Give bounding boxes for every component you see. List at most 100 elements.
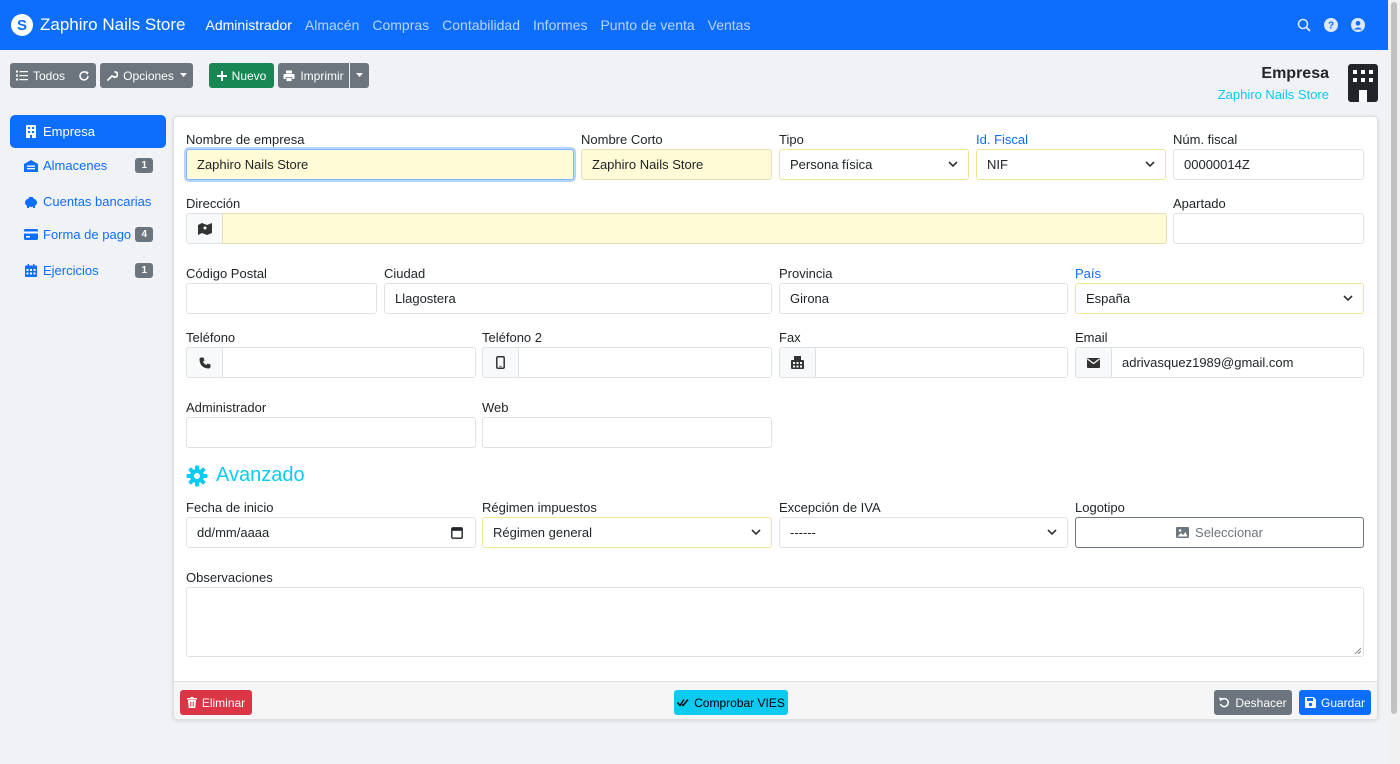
menu-informes[interactable]: Informes: [533, 17, 587, 33]
observaciones-textarea[interactable]: [186, 587, 1364, 657]
todos-label: Todos: [32, 68, 66, 83]
search-icon[interactable]: [1296, 17, 1312, 33]
email-label: Email: [1075, 330, 1108, 345]
nuevo-button[interactable]: Nuevo: [209, 63, 274, 88]
printer-icon: [283, 70, 295, 82]
nombre-corto-field[interactable]: Zaphiro Nails Store: [581, 149, 772, 180]
logotipo-label: Logotipo: [1075, 500, 1125, 515]
fecha-placeholder: dd/mm/aaaa: [197, 525, 270, 540]
imprimir-label: Imprimir: [300, 68, 344, 83]
menu-administrador[interactable]: Administrador: [206, 17, 292, 33]
tipo-value: Persona física: [790, 157, 873, 172]
telefono2-label: Teléfono 2: [482, 330, 542, 345]
floppy-disk-icon: [1304, 697, 1316, 708]
count-badge: 4: [135, 227, 153, 242]
web-label: Web: [482, 400, 509, 415]
undo-icon: [1219, 697, 1230, 708]
brand-name: Zaphiro Nails Store: [40, 15, 186, 34]
help-icon[interactable]: ?: [1323, 17, 1339, 33]
telefono-label: Teléfono: [186, 330, 236, 345]
brand-logo-icon: S: [11, 14, 33, 36]
page-title-block: Empresa Zaphiro Nails Store: [1218, 65, 1329, 102]
fax-field[interactable]: [815, 347, 1068, 378]
sidebar-item-label: Almacenes: [43, 158, 108, 173]
caret-down-icon: [179, 73, 187, 77]
excepcion-iva-select[interactable]: ------: [779, 517, 1068, 548]
fax-icon: [779, 347, 816, 378]
imprimir-button[interactable]: Imprimir: [278, 63, 349, 88]
gear-icon: [186, 465, 208, 486]
caret-down-icon: [356, 73, 363, 77]
brand[interactable]: S Zaphiro Nails Store: [11, 14, 186, 36]
nombre-empresa-field[interactable]: Zaphiro Nails Store: [186, 149, 574, 180]
sidebar-item-label: Empresa: [43, 124, 96, 139]
sidebar-item-cuentas-bancarias[interactable]: Cuentas bancarias: [10, 185, 166, 218]
provincia-field[interactable]: Girona: [779, 283, 1068, 314]
menu-contabilidad[interactable]: Contabilidad: [442, 17, 520, 33]
regimen-label: Régimen impuestos: [482, 500, 597, 515]
telefono2-field[interactable]: [518, 347, 772, 378]
apartado-field[interactable]: [1173, 213, 1364, 244]
sidebar-item-almacenes[interactable]: Almacenes 1: [10, 149, 166, 182]
logotipo-button-label: Seleccionar: [1195, 525, 1263, 540]
calendar-icon: [451, 527, 463, 539]
administrador-field[interactable]: [186, 417, 476, 448]
nombre-label: Nombre de empresa: [186, 132, 305, 147]
direccion-field[interactable]: [222, 213, 1167, 244]
avanzado-title: Avanzado: [216, 464, 305, 486]
pais-label[interactable]: País: [1075, 266, 1101, 281]
chevron-down-icon: [1343, 295, 1353, 302]
nuevo-label: Nuevo: [231, 68, 267, 83]
sidebar-item-empresa[interactable]: Empresa: [10, 115, 166, 148]
building-icon: [24, 125, 38, 139]
sidebar-item-forma-de-pago[interactable]: Forma de pago 4: [10, 218, 166, 251]
menu-ventas[interactable]: Ventas: [708, 17, 751, 33]
codigo-postal-field[interactable]: [186, 283, 377, 314]
sidebar-item-ejercicios[interactable]: Ejercicios 1: [10, 254, 166, 287]
web-field[interactable]: [482, 417, 772, 448]
guardar-label: Guardar: [1320, 695, 1366, 710]
ciudad-value: Llagostera: [395, 291, 456, 306]
email-field[interactable]: adrivasquez1989@gmail.com: [1111, 347, 1364, 378]
ciudad-field[interactable]: Llagostera: [384, 283, 772, 314]
num-fiscal-field[interactable]: 00000014Z: [1173, 149, 1364, 180]
user-icon[interactable]: [1350, 17, 1366, 33]
credit-card-icon: [24, 228, 38, 242]
count-badge: 1: [135, 263, 153, 278]
eliminar-button[interactable]: Eliminar: [180, 690, 252, 715]
id-fiscal-select[interactable]: NIF: [976, 149, 1166, 180]
pais-value: España: [1086, 291, 1131, 306]
logotipo-select-button[interactable]: Seleccionar: [1075, 517, 1364, 548]
todos-button[interactable]: Todos: [10, 63, 96, 88]
menu-compras[interactable]: Compras: [372, 17, 429, 33]
observaciones-label: Observaciones: [186, 570, 273, 585]
opciones-button[interactable]: Opciones: [100, 63, 193, 88]
plus-icon: [216, 70, 227, 81]
warehouse-icon: [24, 159, 38, 173]
imprimir-dropdown-toggle[interactable]: [350, 63, 369, 88]
menu-almacen[interactable]: Almacén: [305, 17, 359, 33]
phone-icon: [186, 347, 223, 378]
regimen-select[interactable]: Régimen general: [482, 517, 772, 548]
comprobar-vies-label: Comprobar VIES: [694, 695, 785, 710]
nombre-corto-value: Zaphiro Nails Store: [592, 157, 704, 172]
deshacer-button[interactable]: Deshacer: [1214, 690, 1292, 715]
direccion-label: Dirección: [186, 196, 241, 211]
tipo-select[interactable]: Persona física: [779, 149, 969, 180]
id-fiscal-label[interactable]: Id. Fiscal: [976, 132, 1028, 147]
list-icon: [15, 70, 28, 81]
vertical-scrollbar[interactable]: [1388, 0, 1400, 764]
fecha-inicio-label: Fecha de inicio: [186, 500, 274, 515]
image-icon: [1176, 527, 1190, 538]
guardar-button[interactable]: Guardar: [1299, 690, 1371, 715]
count-badge: 1: [135, 158, 153, 173]
fecha-inicio-field[interactable]: dd/mm/aaaa: [186, 517, 476, 548]
page-subtitle[interactable]: Zaphiro Nails Store: [1218, 87, 1329, 102]
ciudad-label: Ciudad: [384, 266, 426, 281]
svg-text:?: ?: [1328, 21, 1334, 32]
menu-punto-de-venta[interactable]: Punto de venta: [600, 17, 694, 33]
pais-select[interactable]: España: [1075, 283, 1364, 314]
tipo-label: Tipo: [779, 132, 804, 147]
comprobar-vies-button[interactable]: Comprobar VIES: [674, 690, 788, 715]
telefono-field[interactable]: [222, 347, 476, 378]
